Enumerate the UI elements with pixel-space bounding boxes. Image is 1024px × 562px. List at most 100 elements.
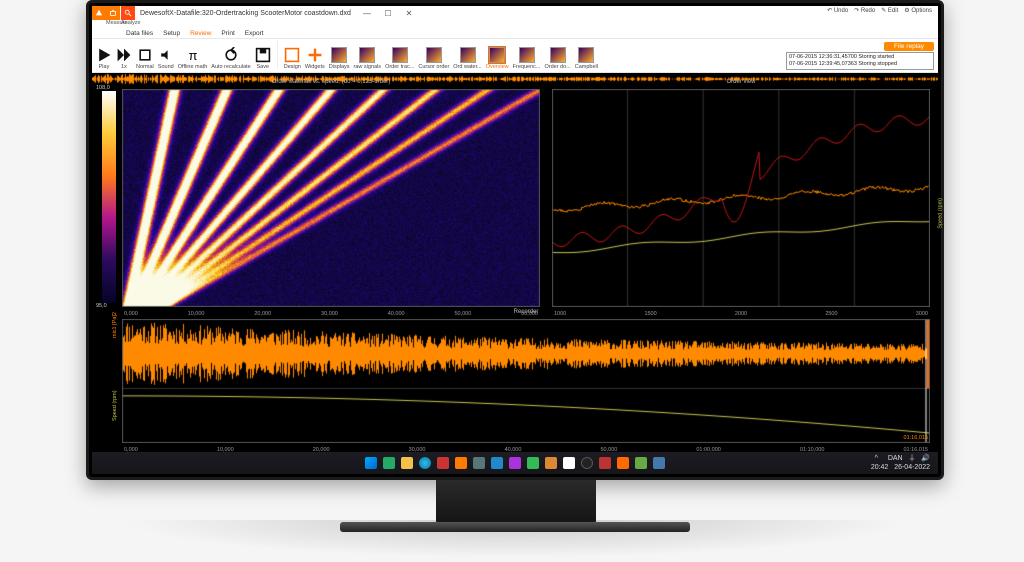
ribbon-normal[interactable]: Normal <box>136 47 154 70</box>
undo-button[interactable]: ↶ Undo <box>827 7 848 14</box>
os-taskbar[interactable]: ^ DAN ⏚ 🔊 20:42 26-04-2022 <box>92 452 938 474</box>
orderview-rlabel: Speed (rpm) <box>938 198 944 229</box>
recalc-icon <box>223 47 239 63</box>
order-waterfall-panel[interactable]: Order waterfall vs. speed; (do = 0,125-o… <box>122 89 540 307</box>
app-icon[interactable] <box>599 457 611 469</box>
app-icon[interactable] <box>635 457 647 469</box>
options-button[interactable]: ⚙ Options <box>904 7 932 14</box>
svg-text:π: π <box>188 48 197 63</box>
app-window: DewesoftX - Datafile: 320 - Ordertrackin… <box>92 6 938 449</box>
window-close-button[interactable]: ✕ <box>399 7 419 19</box>
ribbon-widgets[interactable]: Widgets <box>305 47 325 70</box>
title-datafile-label: Datafile: <box>176 10 202 17</box>
ribbon-overview[interactable]: Overview <box>486 47 509 70</box>
measure-label: Measure <box>106 20 121 28</box>
ribbon-design[interactable]: Design <box>284 47 301 70</box>
ribbon-label: Auto recalculate <box>211 64 250 70</box>
menu-review[interactable]: Review <box>190 30 211 37</box>
app-icon[interactable] <box>491 457 503 469</box>
app-icon[interactable] <box>437 457 449 469</box>
ribbon-cursor-order[interactable]: Cursor order <box>418 47 449 70</box>
ribbon-offline-math[interactable]: πOffline math <box>178 47 208 70</box>
play-icon <box>96 47 112 63</box>
mode-measure-button[interactable] <box>106 6 120 20</box>
wifi-icon[interactable]: ⏚ <box>908 455 915 462</box>
ribbon-label: Campbell <box>575 64 598 70</box>
ribbon-frequenc-[interactable]: Frequenc... <box>513 47 541 70</box>
ribbon-label: Offline math <box>178 64 208 70</box>
taskview-icon[interactable] <box>383 457 395 469</box>
redo-button[interactable]: ↷ Redo <box>854 7 875 14</box>
recorder-marker: 01:16,015 <box>904 435 928 441</box>
ribbon-label: Order do... <box>544 64 570 70</box>
file-replay-badge[interactable]: File replay <box>884 42 934 51</box>
cb-bot: 95,0 <box>96 303 107 309</box>
cb-top: 108,0 <box>96 85 110 91</box>
ribbon-label: Displays <box>329 64 350 70</box>
save-icon <box>255 47 271 63</box>
menu-export[interactable]: Export <box>245 30 264 37</box>
menu-print[interactable]: Print <box>221 30 234 37</box>
ribbon-order-trac-[interactable]: Order trac... <box>385 47 414 70</box>
menu-setup[interactable]: Setup <box>163 30 180 37</box>
recorder-l2: Speed (rpm) <box>112 390 118 421</box>
event-log[interactable]: 07-06-2015 12:36:31,45700 Storing starte… <box>786 52 934 70</box>
taskbar-lang[interactable]: DAN <box>888 455 903 462</box>
plus-icon <box>307 47 323 63</box>
design-icon <box>284 47 300 63</box>
title-project: Ordertracking ScooterMotor coastdown.dxd <box>216 10 351 17</box>
ribbon-play[interactable]: Play <box>96 47 112 70</box>
app-icon[interactable] <box>617 457 629 469</box>
thumb-icon <box>359 47 375 63</box>
ribbon-raw-signals[interactable]: raw signals <box>354 47 382 70</box>
ribbon-label: Play <box>99 64 110 70</box>
event-row: 07-06-2015 12:36:31,45700 Storing starte… <box>789 54 931 61</box>
app-icon[interactable] <box>455 457 467 469</box>
title-bar: DewesoftX - Datafile: 320 - Ordertrackin… <box>92 6 938 20</box>
explorer-icon[interactable] <box>401 457 413 469</box>
start-icon[interactable] <box>365 457 377 469</box>
window-max-button[interactable]: ☐ <box>378 7 398 19</box>
ribbon-label: Cursor order <box>418 64 449 70</box>
edit-button[interactable]: ✎ Edit <box>881 7 898 14</box>
ribbon-label: Ord water... <box>453 64 481 70</box>
monitor: DewesoftX - Datafile: 320 - Ordertrackin… <box>86 0 944 480</box>
thumb-icon <box>331 47 347 63</box>
event-row: 07-06-2015 12:39:45,07363 Storing stoppe… <box>789 61 931 68</box>
window-min-button[interactable]: — <box>357 7 377 19</box>
ribbon-auto-recalculate[interactable]: Auto recalculate <box>211 47 250 70</box>
mode-analyze-button[interactable] <box>121 6 135 20</box>
orderview-title: Order view <box>552 79 930 85</box>
ribbon-label: Sound <box>158 64 174 70</box>
ribbon-1x[interactable]: 1x <box>116 47 132 70</box>
ribbon-label: Order trac... <box>385 64 414 70</box>
app-icon[interactable] <box>509 457 521 469</box>
thumb-icon <box>426 47 442 63</box>
ribbon-label: Design <box>284 64 301 70</box>
ribbon-displays[interactable]: Displays <box>329 47 350 70</box>
waterfall-title: Order waterfall vs. speed; (do = 0,125-o… <box>122 79 540 85</box>
order-view-panel[interactable]: Order view 10001500200025003000 Speed (r… <box>552 89 930 307</box>
menu-data-files[interactable]: Data files <box>126 30 153 37</box>
ribbon-order-do-[interactable]: Order do... <box>544 47 570 70</box>
ribbon-save[interactable]: Save <box>255 47 271 70</box>
app-icon[interactable] <box>545 457 557 469</box>
waterfall-colorbar[interactable] <box>102 91 116 303</box>
app-icon[interactable] <box>653 457 665 469</box>
recorder-l1: mic1 [Pa]2 <box>112 312 118 338</box>
taskbar-time[interactable]: 20:42 <box>871 464 889 471</box>
app-icon[interactable] <box>473 457 485 469</box>
ribbon-sound[interactable]: Sound <box>158 47 174 70</box>
recorder-panel[interactable]: Recorder 0,00010,00020,00030,00040,00050… <box>122 319 930 443</box>
taskbar-date[interactable]: 26-04-2022 <box>894 464 930 471</box>
app-icon[interactable] <box>527 457 539 469</box>
thumb-icon <box>392 47 408 63</box>
edge-icon[interactable] <box>419 457 431 469</box>
volume-icon[interactable]: 🔊 <box>921 455 930 462</box>
app-icon[interactable] <box>563 457 575 469</box>
app-icon[interactable] <box>581 457 593 469</box>
ribbon-ord-water-[interactable]: Ord water... <box>453 47 481 70</box>
ribbon-campbell[interactable]: Campbell <box>575 47 598 70</box>
monitor-stand <box>436 480 596 525</box>
thumb-icon <box>550 47 566 63</box>
